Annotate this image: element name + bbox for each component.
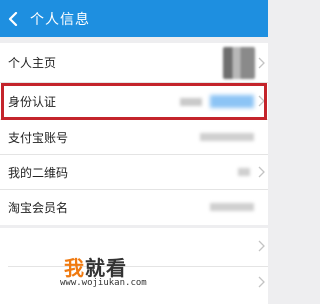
watermark-url: www.wojiukan.com [60, 278, 147, 288]
info-list: 个人主页 身份认证 支付宝账号 我的二维码 淘宝会员名 [0, 43, 268, 225]
avatar [223, 47, 255, 79]
row-qr-code[interactable]: 我的二维码 [0, 155, 268, 190]
watermark: 我就看 www.wojiukan.com [60, 252, 210, 292]
row-identity-verification-label: 身份认证 [8, 94, 57, 109]
chevron-left-icon [8, 11, 18, 26]
row-home-page[interactable]: 个人主页 [0, 43, 268, 83]
back-button[interactable] [2, 0, 24, 37]
row-alipay-account[interactable]: 支付宝账号 [0, 120, 268, 155]
row-alipay-account-label: 支付宝账号 [8, 130, 69, 145]
identity-value-redacted [180, 95, 254, 108]
chevron-right-icon [258, 57, 265, 68]
title-bar: 个人信息 [0, 0, 268, 37]
chevron-right-icon [258, 166, 265, 178]
taobao-name-value-redacted [210, 203, 254, 211]
alipay-account-value-redacted [200, 133, 254, 141]
row-taobao-name-label: 淘宝会员名 [8, 201, 69, 215]
page-title: 个人信息 [30, 11, 90, 28]
row-home-page-label: 个人主页 [8, 56, 57, 70]
watermark-text-value: 我就看 [64, 256, 127, 280]
row-qr-code-label: 我的二维码 [8, 165, 69, 180]
watermark-text: 我就看 [64, 252, 127, 281]
chevron-right-icon [258, 95, 265, 107]
qr-code-icon [238, 168, 250, 176]
chevron-right-icon[interactable] [258, 276, 265, 288]
row-taobao-name[interactable]: 淘宝会员名 [0, 190, 268, 225]
chevron-right-icon[interactable] [258, 240, 265, 252]
row-identity-verification[interactable]: 身份认证 [0, 83, 268, 120]
